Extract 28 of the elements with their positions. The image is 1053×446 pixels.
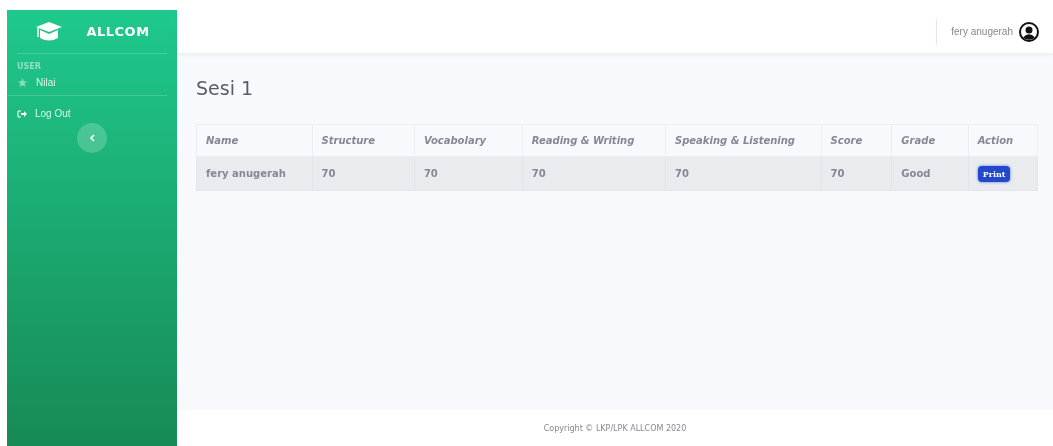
print-button[interactable]: Print [977,165,1011,182]
column-header: Reading & Writing [522,124,666,157]
user-name[interactable]: fery anugerah [951,26,1013,37]
brand-name: ALLCOM [86,24,150,39]
sign-out-icon [17,109,27,118]
table-cell: 70 [665,156,822,191]
column-header: Structure [312,124,415,157]
column-header: Vocabolary [414,124,523,157]
page-title: Sesi 1 [196,77,255,99]
table-cell: 70 [522,156,666,191]
column-header: Grade [891,124,969,157]
table-cell: fery anugerah [196,156,312,191]
chevron-left-icon [89,134,95,142]
star-icon [17,77,28,88]
column-header: Score [821,124,892,157]
sidebar-toggle-button[interactable] [77,123,107,153]
table-cell: Good [891,156,969,191]
section-heading: USER [17,62,42,71]
column-header: Name [196,124,312,157]
column-header: Action [968,124,1038,157]
table-cell: 70 [821,156,892,191]
copyright-text: Copyright © LKP/LPK ALLCOM 2020 [543,423,687,433]
user-avatar-icon[interactable] [1019,21,1039,42]
sidebar-item[interactable]: Nilai [7,71,167,96]
logout-link[interactable]: Log Out [7,96,167,125]
column-header: Speaking & Listening [665,124,822,157]
table-cell: 70 [312,156,415,191]
table-cell: 70 [414,156,523,191]
